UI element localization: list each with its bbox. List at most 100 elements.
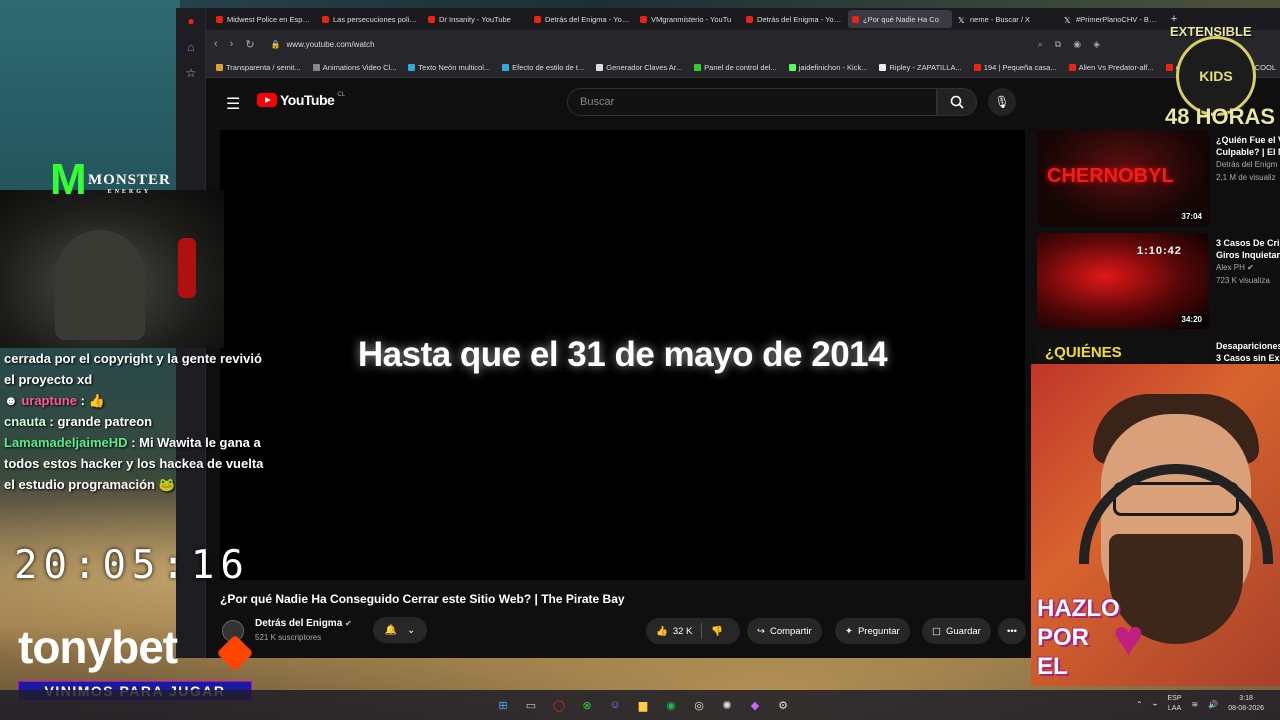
hazlo-line: POR bbox=[1037, 624, 1090, 651]
search-button[interactable] bbox=[937, 88, 977, 116]
channel-name[interactable]: Detrás del Enigma ✔ bbox=[255, 618, 352, 629]
share-label: Compartir bbox=[769, 625, 812, 637]
xbox-icon[interactable]: ⊗ bbox=[578, 696, 596, 714]
bookmark[interactable]: Animations Video Cl... bbox=[312, 63, 397, 72]
chat-message: cerrada por el copyright y la gente revi… bbox=[0, 348, 270, 390]
opera-icon[interactable]: ● bbox=[176, 8, 206, 34]
thumbnail-text: 1:10:42 bbox=[1137, 245, 1182, 257]
share-icon[interactable]: ⧉ bbox=[1055, 39, 1061, 50]
webcam-feed bbox=[0, 190, 224, 348]
chat-text: : grande patreon bbox=[49, 414, 153, 429]
youtube-header: ☰ YouTube CL Buscar 🎙 bbox=[206, 78, 1280, 128]
bookmark[interactable]: Generador Claves Ar... bbox=[596, 63, 682, 72]
streamer-silhouette bbox=[55, 230, 145, 340]
file-icon[interactable]: ▭ bbox=[522, 696, 540, 714]
url-field[interactable]: 🔒 www.youtube.com/watch bbox=[271, 40, 375, 49]
bookmark[interactable]: Ripley - ZAPATILLA... bbox=[879, 63, 962, 72]
like-button[interactable]: 👍 32 K bbox=[656, 626, 692, 637]
bookmark[interactable]: Texto Neón multicol... bbox=[408, 63, 490, 72]
back-icon[interactable]: ‹ bbox=[214, 38, 218, 50]
tab-active[interactable]: ¿Por qué Nadie Ha Co bbox=[848, 10, 952, 28]
share-button[interactable]: ↪ Compartir bbox=[747, 618, 822, 644]
hazlo-line: HAZLO bbox=[1037, 595, 1120, 622]
bookmark[interactable]: Panel de control del... bbox=[694, 63, 777, 72]
video-title: ¿Por qué Nadie Ha Conseguido Cerrar este… bbox=[220, 592, 625, 606]
notifications-button[interactable]: 🔔 ⌄ bbox=[373, 617, 427, 643]
bookmark[interactable]: Transparenta / semit... bbox=[216, 63, 301, 72]
camera-icon[interactable]: ◉ bbox=[1073, 39, 1081, 50]
zoom-icon[interactable]: ⌕ bbox=[1038, 39, 1043, 50]
address-bar: ‹ › ↻ 🔒 www.youtube.com/watch ⌕ ⧉ ◉ ◈ bbox=[206, 30, 1280, 58]
home-icon[interactable]: ⌂ bbox=[176, 34, 206, 60]
system-clock[interactable]: 3:18 08-08-2026 bbox=[1228, 694, 1264, 714]
bookmarks-bar: Transparenta / semit... Animations Video… bbox=[206, 58, 1280, 78]
mic-button[interactable]: 🎙 bbox=[988, 88, 1016, 116]
search-input[interactable]: Buscar bbox=[567, 88, 937, 116]
steam-icon[interactable]: ⚙ bbox=[774, 696, 792, 714]
tab-4[interactable]: VMgranmisterio - YouTu bbox=[636, 10, 740, 28]
tab-label: Dr Insanity - YouTube bbox=[439, 14, 511, 24]
shield-icon[interactable]: ◈ bbox=[1093, 39, 1100, 50]
tab-label: Las persecuciones policial bbox=[333, 14, 418, 24]
forward-icon[interactable]: › bbox=[230, 38, 234, 50]
bookmark[interactable]: Efecto de estilo de t... bbox=[502, 63, 584, 72]
spotify-icon[interactable]: ◉ bbox=[662, 696, 680, 714]
obs-icon[interactable]: ◎ bbox=[690, 696, 708, 714]
app-icon[interactable]: ◆ bbox=[746, 696, 764, 714]
volume-icon[interactable]: 🔊 bbox=[1208, 700, 1218, 709]
chat-text: : bbox=[80, 393, 85, 408]
folder-icon[interactable]: ▆ bbox=[634, 696, 652, 714]
recommendation-views: 2,1 M de visualiz bbox=[1216, 173, 1276, 182]
recommendation-thumbnail[interactable]: 1:10:42 34:20 bbox=[1037, 233, 1209, 329]
windows-start-icon[interactable]: ⊞ bbox=[494, 696, 512, 714]
recommendation-item[interactable]: ¿QUIÉNES Desapariciones 3 Casos sin Exp bbox=[1037, 336, 1280, 366]
recommendation-thumbnail[interactable]: ¿QUIÉNES bbox=[1037, 336, 1209, 366]
tab-2[interactable]: Dr Insanity - YouTube bbox=[424, 10, 528, 28]
bookmark-label: Animations Video Cl... bbox=[322, 63, 397, 72]
youtube-logo[interactable]: YouTube CL bbox=[257, 92, 345, 108]
recommendation-thumbnail[interactable]: CHERNOBYL 37:04 bbox=[1037, 130, 1209, 226]
save-button[interactable]: ▢ Guardar bbox=[922, 618, 991, 644]
tab-5[interactable]: Detrás del Enigma - YouTu bbox=[742, 10, 846, 28]
opera-icon[interactable]: ◯ bbox=[550, 696, 568, 714]
ask-button[interactable]: ✦ Preguntar bbox=[835, 618, 910, 644]
hazlo-por-el-text: HAZLO POR EL bbox=[1037, 594, 1120, 681]
reload-icon[interactable]: ↻ bbox=[245, 38, 254, 51]
thumbs-down-icon: 👎 bbox=[711, 625, 724, 637]
title-line: 3 Casos De Cri bbox=[1216, 238, 1280, 248]
discord-icon[interactable]: ☺ bbox=[606, 696, 624, 714]
time-text: 3:18 bbox=[1239, 695, 1253, 702]
tab-0[interactable]: Midwest Police en Españo bbox=[212, 10, 316, 28]
language-indicator[interactable]: ESP LAA bbox=[1168, 694, 1182, 714]
more-button[interactable]: ••• bbox=[998, 618, 1026, 644]
menu-icon[interactable]: ☰ bbox=[226, 94, 240, 114]
search-placeholder: Buscar bbox=[580, 96, 615, 108]
video-caption: Hasta que el 31 de mayo de 2014 bbox=[357, 335, 888, 374]
chat-text: cerrada por el copyright y la gente revi… bbox=[4, 351, 262, 387]
bookmark[interactable]: jaidefinichon - Kick... bbox=[788, 63, 867, 72]
chevron-up-icon[interactable]: ⌃ bbox=[1136, 700, 1143, 709]
recommendation-title: 3 Casos De Cri Giros Inquietan bbox=[1216, 237, 1280, 261]
network-icon[interactable]: ⌁ bbox=[1153, 700, 1158, 709]
chrome-icon[interactable]: ✺ bbox=[718, 696, 736, 714]
tab-8[interactable]: 𝕏 #PrimerPlanoCHV - Busca bbox=[1060, 10, 1164, 28]
dislike-button[interactable]: 👎 bbox=[711, 626, 723, 637]
bookmark-icon bbox=[502, 64, 510, 71]
tab-7[interactable]: 𝕏neme - Buscar / X bbox=[954, 10, 1058, 28]
tab-3[interactable]: Detrás del Enigma - YouTu bbox=[530, 10, 634, 28]
youtube-play-icon bbox=[257, 93, 277, 107]
tab-1[interactable]: Las persecuciones policial bbox=[318, 10, 422, 28]
wifi-icon[interactable]: ≋ bbox=[1192, 700, 1199, 709]
recommendation-item[interactable]: CHERNOBYL 37:04 ¿Quién Fue el V Culpable?… bbox=[1037, 130, 1280, 226]
hazlo-line: EL bbox=[1037, 653, 1068, 680]
star-icon[interactable]: ☆ bbox=[176, 60, 206, 86]
emote-icon: 🐸 bbox=[158, 477, 175, 492]
bookmark[interactable]: Alien Vs Predator-alf... bbox=[1068, 63, 1154, 72]
channel-name-text: Detrás del Enigma bbox=[255, 618, 343, 629]
bookmark-icon bbox=[408, 64, 416, 71]
thumbnail-text: CHERNOBYL bbox=[1047, 165, 1174, 187]
recommendation-item[interactable]: 1:10:42 34:20 3 Casos De Cri Giros Inquie… bbox=[1037, 233, 1280, 329]
tab-bar: Midwest Police en Españo Las persecucion… bbox=[206, 8, 1280, 30]
video-player[interactable]: Hasta que el 31 de mayo de 2014 bbox=[220, 130, 1025, 580]
bookmark[interactable]: 194 | Pequeña casa... bbox=[973, 63, 1057, 72]
